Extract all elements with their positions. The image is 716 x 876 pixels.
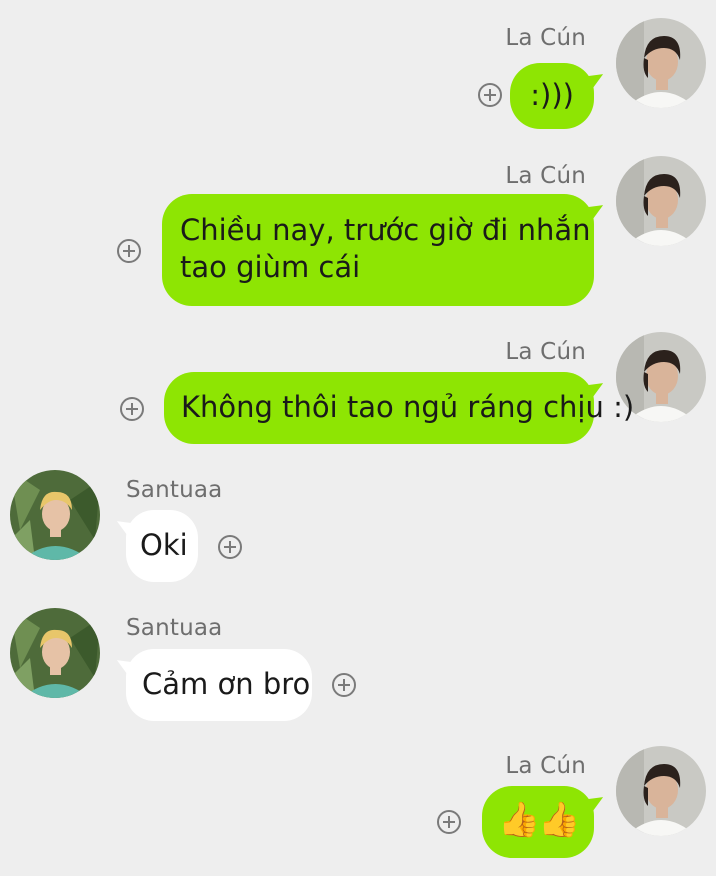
avatar[interactable] (616, 18, 706, 108)
message-text: :))) (530, 78, 574, 112)
message-bubble[interactable]: Chiều nay, trước giờ đi nhắn tao giùm cá… (162, 194, 594, 306)
add-reaction-icon[interactable] (117, 239, 141, 263)
add-reaction-icon[interactable] (218, 535, 242, 559)
sender-name: La Cún (505, 339, 586, 365)
message-bubble[interactable]: 👍👍 (482, 786, 594, 858)
thumbs-up-emoji: 👍👍 (498, 800, 581, 840)
message-text: Cảm ơn bro (142, 667, 311, 701)
chat-thread: La Cún :))) La Cún Chiều nay, trước giờ … (0, 0, 716, 876)
avatar[interactable] (10, 470, 100, 560)
sender-name: La Cún (505, 163, 586, 189)
sender-name: Santuaa (126, 477, 223, 503)
message-bubble[interactable]: Không thôi tao ngủ ráng chịu :) (164, 372, 634, 444)
profile-photo (616, 18, 706, 108)
sender-name: La Cún (505, 753, 586, 779)
message-bubble[interactable]: :))) (510, 63, 594, 129)
add-reaction-icon[interactable] (332, 673, 356, 697)
add-reaction-icon[interactable] (478, 83, 502, 107)
avatar[interactable] (10, 608, 100, 698)
avatar[interactable] (616, 156, 706, 246)
message-text-line: Chiều nay, trước giờ đi nhắn (180, 213, 591, 247)
profile-photo (616, 746, 706, 836)
profile-photo (10, 470, 100, 560)
message-bubble[interactable]: Cảm ơn bro (126, 649, 312, 721)
sender-name: Santuaa (126, 615, 223, 641)
add-reaction-icon[interactable] (120, 397, 144, 421)
profile-photo (616, 156, 706, 246)
sender-name: La Cún (505, 25, 586, 51)
profile-photo (10, 608, 100, 698)
message-bubble[interactable]: Oki (126, 510, 198, 582)
message-text: Không thôi tao ngủ ráng chịu :) (181, 390, 635, 424)
message-text: Oki (140, 528, 188, 562)
message-text-line: tao giùm cái (180, 250, 361, 284)
avatar[interactable] (616, 746, 706, 836)
add-reaction-icon[interactable] (437, 810, 461, 834)
